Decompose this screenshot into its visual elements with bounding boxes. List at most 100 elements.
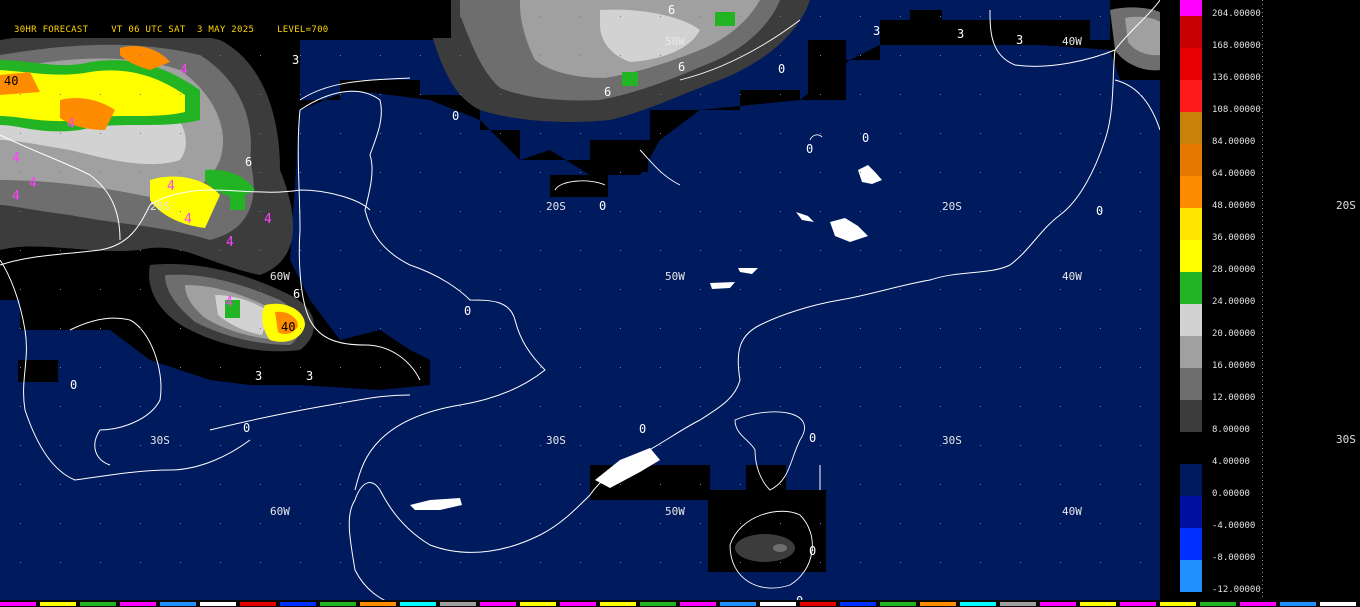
contour-label-0: 0 [452, 109, 459, 123]
grid-dot [700, 328, 701, 329]
grid-dot [20, 484, 21, 485]
grid-dot [940, 562, 941, 563]
grid-dot [260, 211, 261, 212]
grid-dot [420, 289, 421, 290]
grid-dot [60, 406, 61, 407]
strip-segment [680, 602, 716, 606]
grid-dot [940, 406, 941, 407]
grid-dot [1140, 133, 1141, 134]
grid-dot [1020, 523, 1021, 524]
grid-dot [60, 484, 61, 485]
grid-dot [100, 484, 101, 485]
grid-dot [180, 523, 181, 524]
grid-dot [380, 328, 381, 329]
grid-dot [1140, 211, 1141, 212]
grid-dot [340, 250, 341, 251]
grid-dot [980, 211, 981, 212]
grid-dot [660, 172, 661, 173]
grid-dot [1020, 172, 1021, 173]
grid-dot [260, 133, 261, 134]
grid-dot [860, 250, 861, 251]
grid-dot [300, 328, 301, 329]
grid-dot [860, 484, 861, 485]
grid-dot [220, 406, 221, 407]
grid-dot [1020, 55, 1021, 56]
contour-label-6: 6 [293, 287, 300, 301]
lat-20s-label: 20S [150, 200, 170, 213]
grid-dot [1060, 94, 1061, 95]
grid-dot [20, 250, 21, 251]
grid-dot [20, 133, 21, 134]
grid-dot [100, 367, 101, 368]
grid-dot [380, 406, 381, 407]
grid-dot [460, 211, 461, 212]
grid-dot [740, 484, 741, 485]
grid-dot [980, 484, 981, 485]
grid-dot [180, 328, 181, 329]
grid-dot [140, 133, 141, 134]
grid-dot [60, 133, 61, 134]
grid-dot [260, 484, 261, 485]
grid-dot [1060, 133, 1061, 134]
grid-dot [740, 172, 741, 173]
grid-dot [1140, 172, 1141, 173]
grid-dot [500, 16, 501, 17]
grid-dot [260, 94, 261, 95]
contour-label-6: 6 [678, 60, 685, 74]
grid-dot [980, 16, 981, 17]
grid-dot [420, 211, 421, 212]
grid-dot [660, 55, 661, 56]
grid-dot [460, 289, 461, 290]
grid-dot [140, 172, 141, 173]
grid-dot [380, 445, 381, 446]
strip-segment [40, 602, 76, 606]
grid-dot [780, 289, 781, 290]
grid-dot [740, 523, 741, 524]
strip-segment [880, 602, 916, 606]
grid-dot [980, 289, 981, 290]
grid-dot [460, 94, 461, 95]
legend-value-label: 0.00000 [1212, 489, 1250, 499]
lon-40w-label: 40W [1062, 35, 1082, 48]
grid-dot [860, 289, 861, 290]
legend-swatch [1180, 368, 1202, 400]
grid-dot [660, 250, 661, 251]
grid-dot [940, 250, 941, 251]
grid-dot [500, 211, 501, 212]
grid-dot [820, 562, 821, 563]
grid-dot [700, 484, 701, 485]
grid-dot [900, 211, 901, 212]
grid-dot [620, 406, 621, 407]
grid-dot [20, 562, 21, 563]
legend-swatch [1180, 528, 1202, 560]
grid-dot [100, 523, 101, 524]
grid-dot [1140, 328, 1141, 329]
legend-swatch [1180, 560, 1202, 592]
grid-dot [1060, 16, 1061, 17]
grid-dot [220, 211, 221, 212]
legend-swatch [1180, 48, 1202, 80]
legend-swatch [1180, 496, 1202, 528]
grid-dot [700, 445, 701, 446]
contour-label-3: 3 [957, 27, 964, 41]
grid-dot [380, 250, 381, 251]
grid-dot [540, 406, 541, 407]
grid-dot [500, 328, 501, 329]
grid-dot [180, 211, 181, 212]
grid-dot [940, 16, 941, 17]
grid-dot [340, 328, 341, 329]
grid-dot [980, 367, 981, 368]
grid-dot [380, 172, 381, 173]
grid-dot [740, 562, 741, 563]
strip-segment [1200, 602, 1236, 606]
contour-label-4: 4 [226, 235, 234, 250]
grid-dot [1060, 55, 1061, 56]
grid-dot [1100, 484, 1101, 485]
grid-dot [900, 445, 901, 446]
grid-dot [580, 523, 581, 524]
grid-dot [20, 289, 21, 290]
grid-dot [340, 94, 341, 95]
grid-dot [580, 445, 581, 446]
contour-label-6: 6 [604, 85, 611, 99]
grid-dot [1020, 133, 1021, 134]
